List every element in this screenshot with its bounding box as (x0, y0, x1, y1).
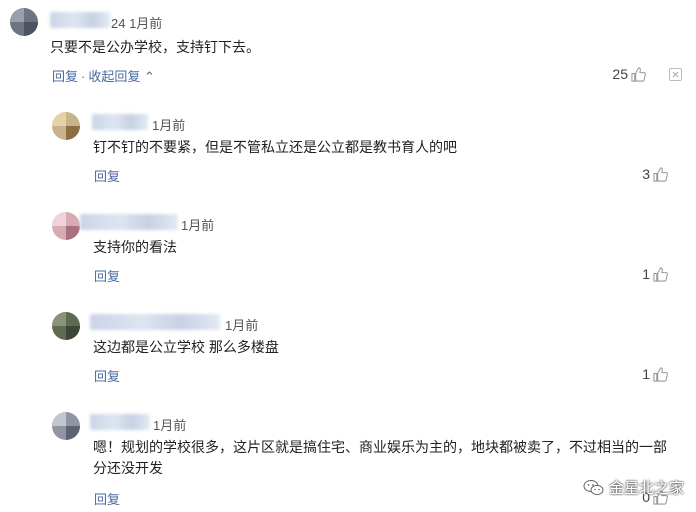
thumbs-up-icon (631, 66, 646, 82)
username-blurred[interactable] (92, 114, 148, 130)
avatar[interactable] (10, 8, 38, 36)
avatar[interactable] (52, 112, 80, 140)
comment-text: 这边都是公立学校 那么多楼盘 (93, 339, 279, 355)
comment-actions: 回复 (94, 489, 120, 508)
comment-time: 1月前 (152, 118, 186, 133)
username-blurred[interactable] (90, 314, 220, 330)
collapse-label: 收起回复 (88, 69, 141, 84)
comment-text: 只要不是公办学校，支持钉下去。 (50, 39, 260, 55)
like-count: 1 (642, 266, 650, 282)
comment-text: 钉不钉的不要紧，但是不管私立还是公立都是教书育人的吧 (93, 139, 457, 155)
reply-button[interactable]: 回复 (52, 69, 78, 84)
like-button[interactable]: 1 (642, 366, 668, 382)
reply-button[interactable]: 回复 (94, 492, 120, 507)
reply-button[interactable]: 回复 (94, 169, 120, 184)
like-count: 1 (642, 366, 650, 382)
collapse-replies-button[interactable]: 收起回复 ⌃ (88, 69, 155, 84)
watermark: 金星北之家 (583, 477, 684, 498)
like-button[interactable]: 1 (642, 266, 668, 282)
comment-1: 24 1月前 只要不是公办学校，支持钉下去。 回复 · 收起回复 ⌃ 25 (0, 0, 696, 100)
comment-actions: 回复 (94, 266, 120, 285)
wechat-icon (583, 479, 604, 495)
like-count: 25 (612, 66, 628, 82)
close-icon[interactable] (669, 68, 682, 81)
username-blurred[interactable] (80, 214, 178, 230)
like-count: 3 (642, 166, 650, 182)
watermark-text: 金星北之家 (608, 480, 684, 497)
thumbs-up-icon (653, 266, 668, 282)
avatar[interactable] (52, 312, 80, 340)
like-button[interactable]: 3 (642, 166, 668, 182)
like-button[interactable]: 25 (612, 66, 646, 82)
comment-actions: 回复 (94, 166, 120, 185)
thumbs-up-icon (653, 166, 668, 182)
comment-text: 嗯！规划的学校很多，这片区就是搞住宅、商业娱乐为主的，地块都被卖了，不过相当的一… (93, 439, 667, 476)
thumbs-up-icon (653, 366, 668, 382)
reply-3: 1月前 这边都是公立学校 那么多楼盘 回复 1 (0, 300, 696, 400)
avatar[interactable] (52, 412, 80, 440)
comment-text: 支持你的看法 (93, 239, 177, 255)
comment-time: 1月前 (181, 218, 215, 233)
comment-actions: 回复 · 收起回复 ⌃ (52, 69, 155, 84)
comment-time: 24 1月前 (111, 16, 163, 31)
reply-button[interactable]: 回复 (94, 269, 120, 284)
reply-2: 1月前 支持你的看法 回复 1 (0, 200, 696, 300)
reply-1: 1月前 钉不钉的不要紧，但是不管私立还是公立都是教书育人的吧 回复 3 (0, 100, 696, 200)
username-blurred[interactable] (90, 414, 150, 430)
reply-button[interactable]: 回复 (94, 369, 120, 384)
avatar[interactable] (52, 212, 80, 240)
chevron-up-icon: ⌃ (140, 69, 155, 84)
comment-time: 1月前 (225, 318, 259, 333)
comment-time: 1月前 (153, 418, 187, 433)
username-blurred[interactable] (50, 12, 110, 28)
comment-actions: 回复 (94, 366, 120, 385)
